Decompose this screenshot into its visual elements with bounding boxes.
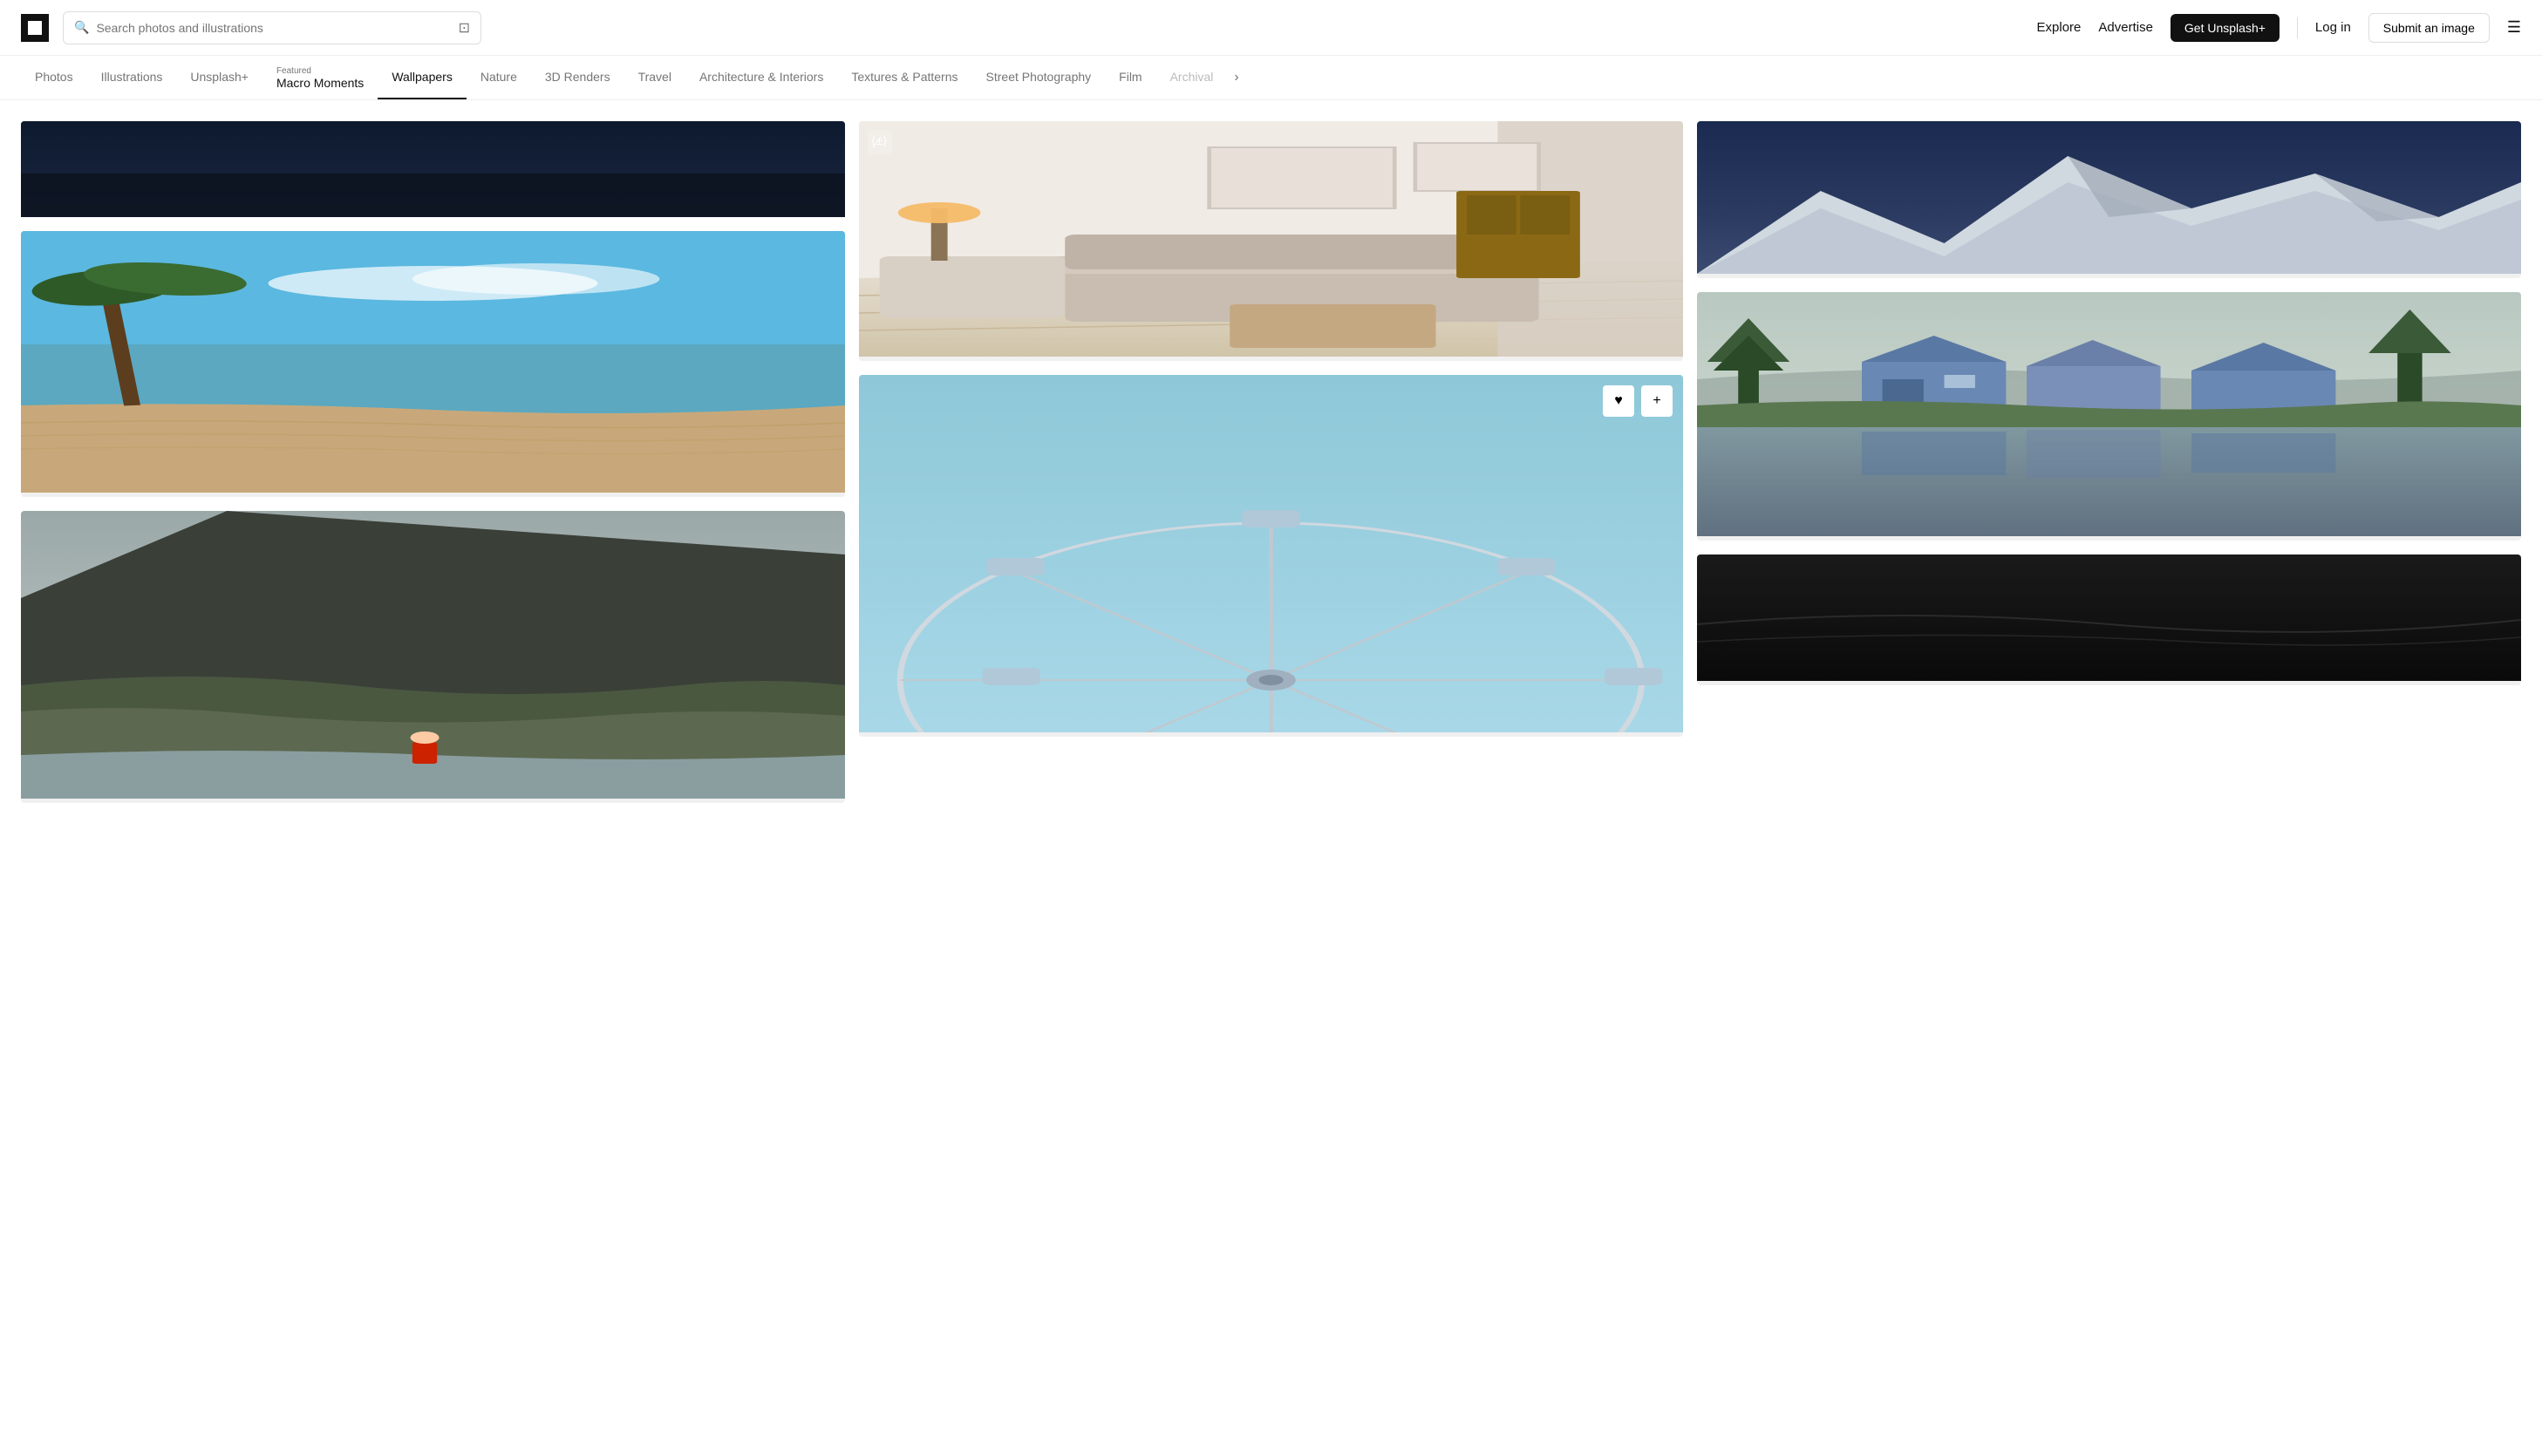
- photo-card-ferris[interactable]: ♥ +: [859, 375, 1683, 737]
- subnav-scroll-right-button[interactable]: ›: [1227, 70, 1245, 85]
- subnav-item-macro-moments[interactable]: Macro Moments: [276, 76, 364, 90]
- search-input[interactable]: [96, 21, 451, 35]
- visual-search-button[interactable]: ⊡: [459, 19, 470, 37]
- unsplash-logo-icon: [28, 21, 42, 35]
- subnav-item-wallpapers[interactable]: Wallpapers: [378, 56, 467, 99]
- advertise-link[interactable]: Advertise: [2098, 20, 2153, 35]
- photo-col-1: [21, 121, 845, 803]
- subnav-item-street[interactable]: Street Photography: [972, 56, 1106, 99]
- photo-houses-svg: [1697, 292, 2521, 536]
- subnav-item-photos[interactable]: Photos: [21, 56, 87, 99]
- subnav: Photos Illustrations Unsplash+ Featured …: [0, 56, 2542, 100]
- subnav-item-unsplash-plus[interactable]: Unsplash+: [176, 56, 262, 99]
- photo-card-dark-bottom[interactable]: [1697, 555, 2521, 685]
- explore-link[interactable]: Explore: [2037, 20, 2082, 35]
- photo-snow-svg: [1697, 121, 2521, 274]
- photo-card-mountain[interactable]: [21, 511, 845, 803]
- login-link[interactable]: Log in: [2315, 20, 2351, 35]
- subnav-featured-tag: Featured: [276, 66, 364, 76]
- subnav-item-architecture[interactable]: Architecture & Interiors: [685, 56, 837, 99]
- svg-text:⟋: ⟋: [872, 136, 883, 151]
- photo-card-houses-lake[interactable]: [1697, 292, 2521, 541]
- photo-room-svg: [859, 121, 1683, 357]
- add-to-collection-button[interactable]: +: [1641, 385, 1673, 417]
- photo-col-2: ⟨±⟩ ⟋: [859, 121, 1683, 737]
- subnav-item-film[interactable]: Film: [1105, 56, 1155, 99]
- photo-badge-icon: ⟋: [868, 130, 892, 159]
- hamburger-menu-button[interactable]: ☰: [2507, 18, 2521, 37]
- photo-grid: ⟨±⟩ ⟋: [21, 121, 2521, 803]
- tilt-badge-svg: ⟋: [868, 130, 892, 154]
- subnav-item-nature[interactable]: Nature: [467, 56, 531, 99]
- photo-col-3: [1697, 121, 2521, 685]
- logo[interactable]: [21, 14, 49, 42]
- submit-image-button[interactable]: Submit an image: [2368, 13, 2490, 43]
- photo-ferris-svg: [859, 375, 1683, 732]
- photo-card-snow-mountain[interactable]: [1697, 121, 2521, 278]
- subnav-item-textures[interactable]: Textures & Patterns: [837, 56, 971, 99]
- photo-mountain-svg: [21, 511, 845, 799]
- photo-top-svg: [21, 121, 845, 217]
- main-content: ⟨±⟩ ⟋: [0, 100, 2542, 824]
- get-unsplash-button[interactable]: Get Unsplash+: [2171, 14, 2280, 42]
- photo-dark-svg: [1697, 555, 2521, 681]
- photo-card-room[interactable]: ⟨±⟩ ⟋: [859, 121, 1683, 361]
- photo-card-top-partial[interactable]: [21, 121, 845, 217]
- divider: [2297, 17, 2298, 38]
- subnav-item-3d-renders[interactable]: 3D Renders: [531, 56, 624, 99]
- subnav-featured-group: Featured Macro Moments: [262, 58, 378, 99]
- photo-beach-svg: [21, 231, 845, 493]
- header: 🔍 ⊡ Explore Advertise Get Unsplash+ Log …: [0, 0, 2542, 56]
- photo-card-beach[interactable]: [21, 231, 845, 497]
- subnav-item-travel[interactable]: Travel: [624, 56, 685, 99]
- subnav-item-illustrations[interactable]: Illustrations: [87, 56, 177, 99]
- like-button[interactable]: ♥: [1603, 385, 1634, 417]
- subnav-item-archival[interactable]: Archival: [1156, 56, 1228, 99]
- search-icon: 🔍: [74, 20, 89, 35]
- header-nav: Explore Advertise Get Unsplash+ Log in S…: [2037, 13, 2521, 43]
- search-bar: 🔍 ⊡: [63, 11, 481, 44]
- photo-actions: ♥ +: [1603, 385, 1673, 417]
